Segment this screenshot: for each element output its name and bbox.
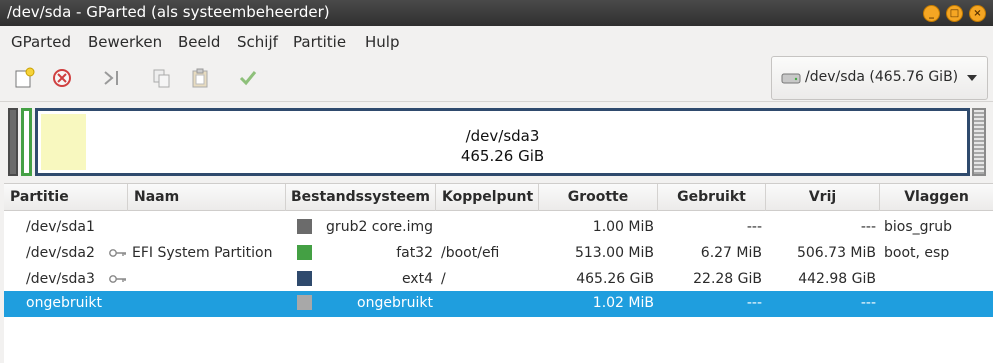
cell-size: 1.02 MiB [592, 295, 654, 311]
cell-used: 6.27 MiB [700, 245, 762, 261]
cell-filesystem: fat32 [396, 245, 433, 261]
key-icon [109, 249, 126, 257]
disk-segment-sda3-name: /dev/sda3 [465, 127, 540, 145]
disk-segment-unallocated[interactable] [972, 108, 986, 176]
window-title: /dev/sda - GParted (als systeembeheerder… [7, 3, 330, 21]
col-grootte[interactable]: Grootte [539, 184, 658, 211]
menu-partitie[interactable]: Partitie [293, 33, 346, 51]
hard-disk-icon [781, 73, 801, 84]
apply-icon[interactable] [236, 66, 260, 90]
cell-name: EFI System Partition [132, 245, 273, 261]
cell-partition: /dev/sda3 [26, 271, 95, 287]
cell-free: 506.73 MiB [796, 245, 876, 261]
partition-table: Partitie Naam Bestandssysteem Koppelpunt… [4, 183, 993, 363]
cell-free: --- [860, 219, 876, 235]
cell-size: 1.00 MiB [592, 219, 654, 235]
col-naam[interactable]: Naam [128, 184, 286, 211]
col-vlaggen[interactable]: Vlaggen [880, 184, 993, 211]
device-selector[interactable]: /dev/sda (465.76 GiB) [771, 56, 988, 100]
disk-segment-sda1[interactable] [8, 108, 18, 176]
menu-hulp[interactable]: Hulp [365, 33, 399, 51]
cell-flags: bios_grub [884, 219, 953, 235]
cell-partition: ongebruikt [26, 295, 102, 311]
menu-bar: GParted Bewerken Beeld Schijf Partitie H… [0, 26, 993, 56]
col-gebruikt[interactable]: Gebruikt [658, 184, 766, 211]
key-icon [109, 275, 126, 283]
cell-filesystem: ext4 [401, 271, 433, 287]
cell-used: --- [746, 219, 762, 235]
disk-segment-sda2[interactable] [21, 108, 32, 176]
table-row[interactable]: ongebruikt ongebruikt 1.02 MiB --- --- [4, 291, 993, 317]
col-bestandssysteem[interactable]: Bestandssysteem [286, 184, 436, 211]
cell-size: 513.00 MiB [574, 245, 654, 261]
new-partition-icon[interactable] [12, 66, 36, 90]
table-header: Partitie Naam Bestandssysteem Koppelpunt… [4, 184, 993, 211]
menu-bewerken[interactable]: Bewerken [88, 33, 162, 51]
toolbar: /dev/sda (465.76 GiB) [0, 56, 993, 102]
cell-used: --- [746, 295, 762, 311]
menu-beeld[interactable]: Beeld [178, 33, 220, 51]
filesystem-color-swatch [297, 245, 312, 260]
filesystem-color-swatch [297, 271, 312, 286]
col-koppelpunt[interactable]: Koppelpunt [436, 184, 539, 211]
cell-size: 465.26 GiB [576, 271, 654, 287]
close-button[interactable]: × [969, 5, 986, 22]
delete-partition-icon[interactable] [50, 66, 74, 90]
filesystem-color-swatch [297, 295, 312, 310]
disk-segment-sda3[interactable]: /dev/sda3 465.26 GiB [35, 108, 970, 176]
cell-free: --- [860, 295, 876, 311]
minimize-button[interactable]: _ [923, 5, 940, 22]
cell-free: 442.98 GiB [798, 271, 876, 287]
table-row[interactable]: /dev/sda1 grub2 core.img 1.00 MiB --- --- bio… [4, 215, 993, 241]
cell-filesystem: ongebruikt [357, 295, 433, 311]
disk-segment-sda3-size: 465.26 GiB [460, 147, 545, 165]
maximize-button[interactable]: □ [946, 5, 963, 22]
col-vrij[interactable]: Vrij [766, 184, 880, 211]
paste-icon[interactable] [188, 66, 212, 90]
cell-used: 22.28 GiB [693, 271, 762, 287]
menu-schijf[interactable]: Schijf [237, 33, 278, 51]
cell-mountpoint: / [441, 271, 446, 287]
table-row[interactable]: /dev/sda3 ext4 / 465.26 GiB 22.28 GiB 442.98 … [4, 267, 993, 293]
disk-graphic: /dev/sda3 465.26 GiB [0, 102, 993, 178]
resize-move-icon[interactable] [100, 66, 124, 90]
menu-gparted[interactable]: GParted [11, 33, 71, 51]
chevron-down-icon [967, 75, 977, 81]
cell-partition: /dev/sda2 [26, 245, 95, 261]
title-bar: /dev/sda - GParted (als systeembeheerder… [0, 0, 993, 26]
cell-partition: /dev/sda1 [26, 219, 95, 235]
cell-filesystem: grub2 core.img [326, 219, 433, 235]
filesystem-color-swatch [297, 219, 312, 234]
cell-flags: boot, esp [884, 245, 950, 261]
copy-icon[interactable] [150, 66, 174, 90]
col-partitie[interactable]: Partitie [4, 184, 128, 211]
device-selector-label: /dev/sda (465.76 GiB) [805, 69, 959, 85]
table-row[interactable]: /dev/sda2 EFI System Partition fat32/boot/… [4, 241, 993, 267]
cell-mountpoint: /boot/efi [441, 245, 500, 261]
